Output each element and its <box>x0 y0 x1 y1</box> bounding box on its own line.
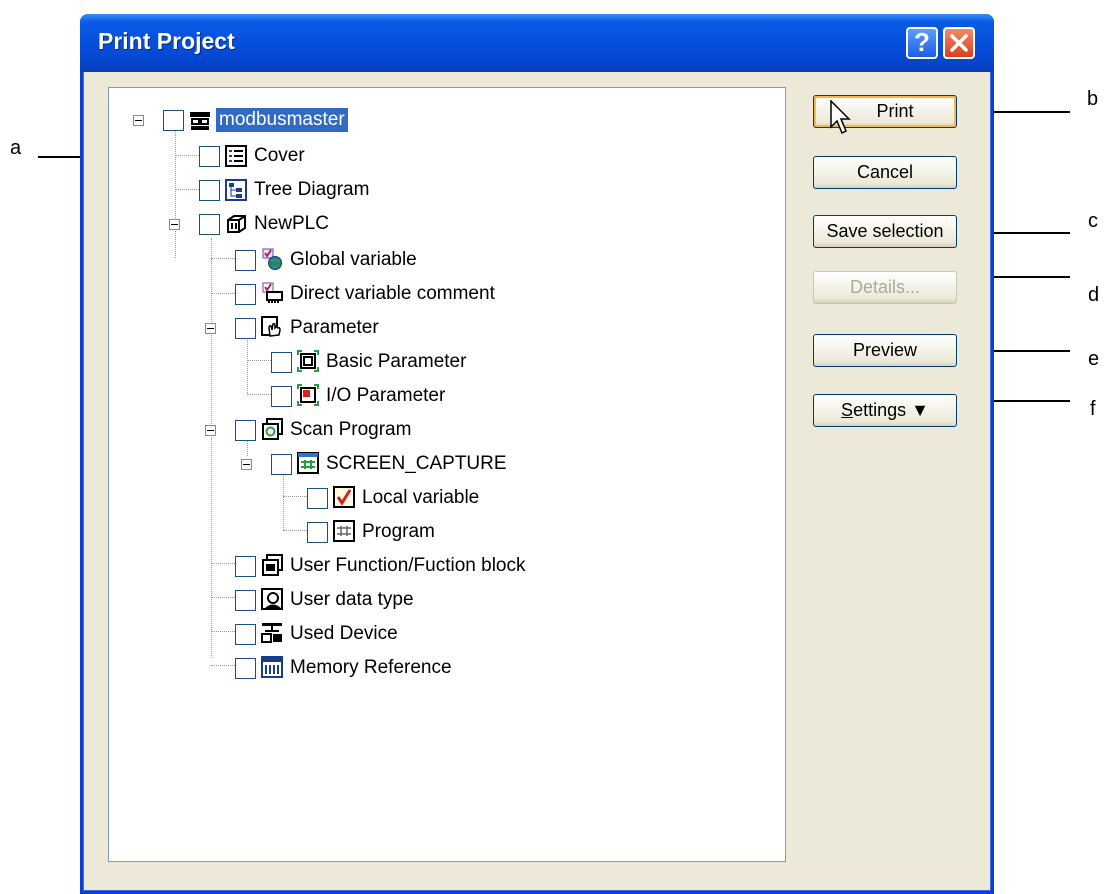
tree-item-label: Memory Reference <box>290 657 452 678</box>
tree-item-user-data-type[interactable]: User data type <box>109 588 749 618</box>
tree-item-label: Local variable <box>362 487 480 508</box>
plc-icon <box>227 215 246 233</box>
annotation-d: d <box>1088 284 1100 306</box>
save-selection-button[interactable]: Save selection <box>813 215 957 248</box>
annotation-b: b <box>1087 88 1099 110</box>
tree-item-label: I/O Parameter <box>326 385 446 406</box>
tree-item-global-variable[interactable]: Global variable <box>109 248 749 278</box>
dialog-title: Print Project <box>98 28 235 54</box>
cancel-button[interactable]: Cancel <box>813 156 957 189</box>
tree-item-cover[interactable]: Cover <box>109 144 749 174</box>
program-block-icon <box>297 452 319 474</box>
details-button[interactable]: Details... <box>813 271 957 304</box>
tree-item-newplc[interactable]: NewPLC <box>109 212 749 242</box>
user-function-icon <box>262 554 283 576</box>
checkbox[interactable] <box>307 522 328 543</box>
checkbox[interactable] <box>199 214 220 235</box>
checkbox[interactable] <box>235 556 256 577</box>
checkbox[interactable] <box>307 488 328 509</box>
used-device-icon <box>261 623 282 643</box>
collapse-toggle[interactable] <box>169 219 180 230</box>
collapse-toggle[interactable] <box>241 459 252 470</box>
scan-program-icon <box>262 418 283 440</box>
tree-item-scan-program[interactable]: Scan Program <box>109 418 749 448</box>
checkbox[interactable] <box>199 180 220 201</box>
tree-item-label: modbusmaster <box>216 108 348 132</box>
tree-item-basic-parameter[interactable]: Basic Parameter <box>109 350 749 380</box>
user-data-type-icon <box>261 588 283 610</box>
help-button[interactable]: ? <box>906 27 938 59</box>
project-tree[interactable]: modbusmaster Cover Tree Diagram NewPLC G… <box>108 87 786 862</box>
checkbox[interactable] <box>235 250 256 271</box>
tree-item-label: Cover <box>254 145 305 166</box>
close-button[interactable] <box>943 27 975 59</box>
checkbox[interactable] <box>235 624 256 645</box>
checkbox[interactable] <box>271 386 292 407</box>
tree-item-local-variable[interactable]: Local variable <box>109 486 749 516</box>
direct-variable-icon <box>262 282 283 303</box>
tree-item-user-function[interactable]: User Function/Fuction block <box>109 554 749 584</box>
annotation-c: c <box>1088 210 1098 232</box>
checkbox[interactable] <box>235 284 256 305</box>
annotation-e: e <box>1088 348 1100 370</box>
tree-item-memory-reference[interactable]: Memory Reference <box>109 656 749 686</box>
tree-item-program[interactable]: Program <box>109 520 749 550</box>
checkbox[interactable] <box>163 110 184 131</box>
tree-item-label: Parameter <box>290 317 379 338</box>
checkbox[interactable] <box>235 658 256 679</box>
collapse-toggle[interactable] <box>205 323 216 334</box>
checkbox[interactable] <box>235 420 256 441</box>
checkbox[interactable] <box>235 590 256 611</box>
print-project-dialog: Print Project ? modbusmaster Cover Tree … <box>80 14 994 894</box>
chevron-down-icon: ▼ <box>911 400 929 420</box>
checkbox[interactable] <box>271 454 292 475</box>
tree-item-label: Scan Program <box>290 419 412 440</box>
print-label: Print <box>876 101 914 121</box>
annotation-f: f <box>1090 398 1096 420</box>
checkbox[interactable] <box>271 352 292 373</box>
tree-item-label: User Function/Fuction block <box>290 555 526 576</box>
tree-item-screen-capture[interactable]: SCREEN_CAPTURE <box>109 452 749 482</box>
tree-item-label: Direct variable comment <box>290 283 495 304</box>
mouse-cursor-icon <box>830 100 851 135</box>
settings-button[interactable]: Settings ▼ <box>813 394 957 427</box>
program-icon <box>333 520 355 542</box>
local-variable-icon <box>333 486 355 508</box>
io-parameter-icon <box>297 384 319 406</box>
tree-item-label: SCREEN_CAPTURE <box>326 453 507 474</box>
tree-item-label: User data type <box>290 589 414 610</box>
collapse-toggle[interactable] <box>205 425 216 436</box>
memory-reference-icon <box>261 656 283 678</box>
tree-item-used-device[interactable]: Used Device <box>109 622 749 652</box>
project-icon <box>190 112 210 130</box>
annotation-a: a <box>10 137 22 159</box>
tree-item-label: Basic Parameter <box>326 351 467 372</box>
settings-label: Settings <box>841 400 907 420</box>
tree-item-label: Program <box>362 521 435 542</box>
global-variable-icon <box>262 248 282 270</box>
title-bar[interactable]: Print Project ? <box>80 14 994 72</box>
tree-item-label: Used Device <box>290 623 398 644</box>
tree-item-label: Global variable <box>290 249 417 270</box>
tree-item-modbusmaster[interactable]: modbusmaster <box>109 108 749 138</box>
tree-item-parameter[interactable]: Parameter <box>109 316 749 346</box>
collapse-toggle[interactable] <box>133 115 144 126</box>
tree-diagram-icon <box>225 179 247 201</box>
tree-item-direct-variable-comment[interactable]: Direct variable comment <box>109 282 749 312</box>
checkbox[interactable] <box>235 318 256 339</box>
parameter-icon <box>261 316 281 337</box>
basic-parameter-icon <box>297 350 319 372</box>
tree-item-tree-diagram[interactable]: Tree Diagram <box>109 178 749 208</box>
preview-button[interactable]: Preview <box>813 334 957 367</box>
close-icon <box>950 34 968 52</box>
cover-icon <box>225 145 247 167</box>
tree-item-io-parameter[interactable]: I/O Parameter <box>109 384 749 414</box>
checkbox[interactable] <box>199 146 220 167</box>
tree-item-label: NewPLC <box>254 213 329 234</box>
tree-item-label: Tree Diagram <box>254 179 370 200</box>
